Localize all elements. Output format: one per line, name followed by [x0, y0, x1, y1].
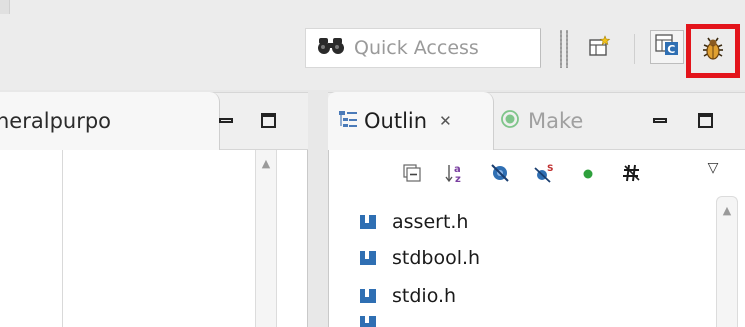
hide-fields-button[interactable] [478, 160, 522, 190]
tab-left-view[interactable]: neralpurpo [0, 92, 220, 150]
tab-label: neralpurpo [0, 109, 112, 133]
view-menu-button[interactable]: ▽ [700, 158, 726, 178]
list-item[interactable]: stdio.h [360, 280, 456, 312]
list-item-label: assert.h [392, 211, 469, 233]
sort-az-icon: a z [445, 162, 467, 188]
toolbar-separator [560, 30, 562, 68]
collapse-all-button[interactable] [390, 160, 434, 190]
quick-access-field[interactable]: Quick Access [305, 28, 541, 68]
maximize-icon [260, 112, 276, 128]
hide-non-public-icon [581, 166, 595, 185]
outline-view-icon [338, 109, 358, 134]
scroll-up-arrow-icon[interactable]: ▲ [256, 152, 276, 174]
minimize-icon [653, 117, 667, 123]
c-cpp-perspective-button[interactable]: C [650, 30, 684, 64]
svg-text:C: C [667, 43, 675, 56]
list-item[interactable] [360, 316, 376, 327]
tab-outline[interactable]: Outlin ✕ [328, 92, 494, 150]
view-menu-icon: ▽ [707, 160, 719, 176]
vertical-scrollbar[interactable] [255, 150, 277, 327]
c-cpp-perspective-icon: C [655, 34, 679, 60]
list-item-label: stdio.h [392, 285, 457, 307]
sort-button[interactable]: a z [434, 160, 478, 190]
hide-static-button[interactable]: S [522, 160, 566, 190]
toolbar-divider [634, 34, 635, 64]
editor-gutter-divider [62, 150, 63, 327]
toolbar-separator [566, 30, 568, 68]
close-tab-icon[interactable]: ✕ [439, 112, 452, 130]
outline-toolbar: a z S [390, 160, 654, 190]
quick-access-placeholder: Quick Access [354, 37, 479, 59]
make-target-icon [500, 109, 520, 134]
tab-label: Make [528, 109, 584, 133]
hide-includes-icon [622, 163, 642, 187]
hide-includes-button[interactable] [610, 160, 654, 190]
hide-fields-icon [489, 162, 511, 188]
minimize-button[interactable] [648, 108, 672, 132]
binoculars-icon [316, 37, 346, 59]
list-item[interactable]: stdbool.h [360, 242, 480, 274]
list-item[interactable]: assert.h [360, 206, 468, 238]
scroll-up-arrow-icon[interactable]: ▲ [717, 200, 737, 220]
include-file-icon [360, 316, 376, 327]
open-perspective-button[interactable] [586, 34, 614, 62]
minimize-icon [219, 117, 233, 123]
tab-label: Outlin [364, 109, 428, 133]
hide-static-icon: S [533, 162, 555, 188]
tab-make[interactable]: Make [500, 92, 640, 150]
debug-perspective-button[interactable] [686, 24, 740, 78]
svg-text:z: z [455, 174, 461, 184]
collapse-all-icon [403, 164, 421, 186]
debug-perspective-icon [700, 36, 726, 66]
maximize-button[interactable] [256, 108, 280, 132]
list-item-label: stdbool.h [392, 247, 481, 269]
maximize-icon [697, 112, 713, 128]
svg-text:S: S [547, 164, 553, 174]
open-perspective-icon [589, 35, 611, 61]
minimize-button[interactable] [214, 108, 238, 132]
include-file-icon [360, 251, 376, 265]
include-file-icon [360, 289, 376, 303]
toolbar-edge [0, 0, 10, 14]
hide-non-public-button[interactable] [566, 160, 610, 190]
include-file-icon [360, 215, 376, 229]
maximize-button[interactable] [693, 108, 717, 132]
